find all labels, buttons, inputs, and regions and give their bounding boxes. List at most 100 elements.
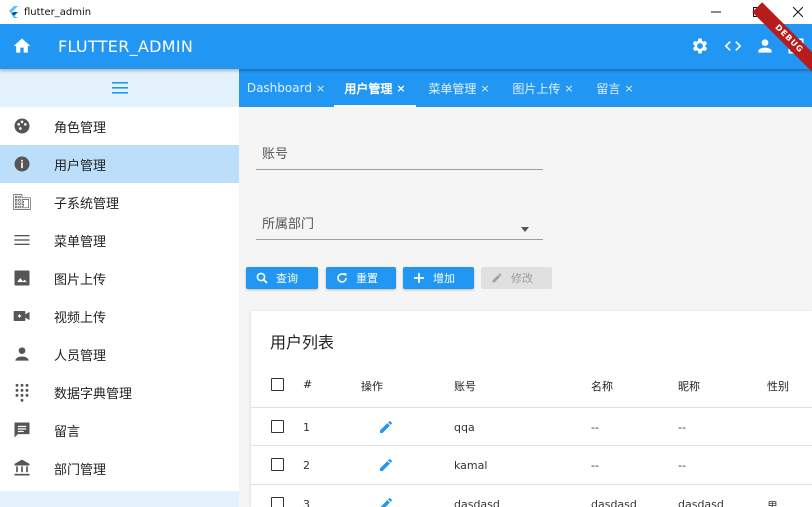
sidebar-item-menus[interactable]: 菜单管理: [0, 221, 239, 259]
edit-icon[interactable]: [378, 419, 394, 435]
department-select-label: 所属部门: [262, 217, 315, 232]
header-gender: 性别: [767, 380, 789, 393]
add-button-label: 增加: [433, 272, 455, 285]
sidebar-item-dictionary[interactable]: 数据字典管理: [0, 373, 239, 411]
tab-close-icon[interactable]: ×: [480, 82, 489, 95]
sidebar-item-messages[interactable]: 留言: [0, 411, 239, 449]
sidebar-item-label: 部门管理: [54, 462, 107, 478]
code-icon[interactable]: [723, 36, 743, 56]
tab-messages[interactable]: 留言 ×: [587, 69, 643, 107]
edit-button[interactable]: 修改: [481, 267, 552, 289]
select-all-checkbox[interactable]: [271, 378, 284, 391]
sidebar-item-partial[interactable]: [0, 491, 239, 507]
sidebar-item-video-upload[interactable]: 视频上传: [0, 297, 239, 335]
comment-icon: [14, 422, 30, 438]
row-divider: [251, 407, 812, 408]
sidebar-item-roles[interactable]: 角色管理: [0, 107, 239, 145]
tab-label: 图片上传: [512, 81, 561, 96]
window-titlebar: flutter_admin: [0, 0, 812, 24]
refresh-icon: [337, 273, 347, 283]
tab-users[interactable]: 用户管理 ×: [334, 69, 416, 107]
palette-icon: [14, 118, 30, 134]
sidebar-item-subsystems[interactable]: 子系统管理: [0, 183, 239, 221]
tab-dashboard[interactable]: Dashboard ×: [239, 69, 333, 107]
header-account: 账号: [454, 380, 476, 393]
tab-label: 用户管理: [344, 81, 393, 96]
account-input-label: 账号: [262, 147, 289, 162]
row-index: 2: [303, 459, 310, 472]
header-nickname: 昵称: [678, 380, 700, 393]
sidebar-item-departments[interactable]: 部门管理: [0, 449, 239, 487]
tab-close-icon[interactable]: ×: [624, 82, 633, 95]
row-divider: [251, 445, 812, 446]
edit-icon[interactable]: [378, 496, 394, 507]
row-name: dasdasd: [591, 498, 637, 507]
add-icon: [414, 273, 424, 283]
account-icon[interactable]: [755, 36, 775, 56]
add-button[interactable]: 增加: [403, 267, 474, 289]
chevron-down-icon: [521, 227, 529, 232]
sidebar-item-users[interactable]: 用户管理: [0, 145, 239, 183]
reset-button-label: 重置: [356, 272, 378, 285]
row-account: dasdasd: [454, 498, 500, 507]
table-title: 用户列表: [270, 333, 335, 352]
sidebar-item-image-upload[interactable]: 图片上传: [0, 259, 239, 297]
row-checkbox[interactable]: [271, 497, 284, 507]
app-bar: FLUTTER_ADMIN DEBUG: [0, 2, 812, 76]
sidebar: 角色管理 用户管理 子系统管理 菜单管理 图片上传 视频上传 人员管理 数据字典…: [0, 69, 239, 507]
row-index: 1: [303, 421, 310, 434]
tab-close-icon[interactable]: ×: [564, 82, 573, 95]
window-title: flutter_admin: [24, 6, 92, 18]
edit-icon[interactable]: [378, 457, 394, 473]
row-nickname: dasdasd: [678, 498, 724, 507]
row-index: 3: [303, 498, 310, 507]
close-window-button[interactable]: [778, 0, 812, 24]
menu-icon: [111, 82, 128, 94]
minimize-icon: [711, 11, 721, 13]
tab-menus[interactable]: 菜单管理 ×: [418, 69, 500, 107]
edit-icon: [492, 273, 502, 283]
row-checkbox[interactable]: [271, 420, 284, 433]
row-nickname: --: [678, 459, 686, 472]
menu-icon: [14, 235, 30, 245]
sidebar-item-label: 菜单管理: [54, 234, 107, 250]
query-button-label: 查询: [276, 272, 298, 285]
row-gender: 男: [767, 500, 778, 507]
app-title: FLUTTER_ADMIN: [58, 37, 194, 56]
tab-label: 留言: [596, 81, 621, 96]
sidebar-item-label: 留言: [54, 424, 81, 440]
video-icon: [13, 311, 30, 321]
minimize-button[interactable]: [696, 0, 736, 24]
sidebar-item-people[interactable]: 人员管理: [0, 335, 239, 373]
sidebar-item-label: 子系统管理: [54, 196, 120, 212]
home-icon[interactable]: [12, 36, 32, 56]
query-button[interactable]: 查询: [246, 267, 318, 289]
tab-image-upload[interactable]: 图片上传 ×: [501, 69, 585, 107]
flutter-logo-icon: [9, 6, 18, 18]
sidebar-toggle[interactable]: [0, 69, 239, 107]
row-account: kamal: [454, 459, 488, 472]
user-table-card: 用户列表 # 操作 账号 名称 昵称 性别 1 qqa -- -- 2 kama…: [251, 311, 812, 507]
search-icon: [256, 272, 268, 284]
sidebar-item-label: 数据字典管理: [54, 386, 133, 402]
row-name: --: [591, 421, 599, 434]
person-icon: [15, 347, 29, 361]
row-checkbox[interactable]: [271, 458, 284, 471]
account-input[interactable]: 账号: [256, 141, 543, 170]
main-content: 账号 所属部门 查询 重置 增加 修改 用户列表 # 操作 账号 名称 昵称 性…: [239, 107, 812, 507]
department-select[interactable]: 所属部门: [256, 211, 543, 240]
header-name: 名称: [591, 380, 613, 393]
image-icon: [14, 270, 30, 286]
reset-button[interactable]: 重置: [326, 267, 396, 289]
sidebar-item-label: 角色管理: [54, 120, 107, 136]
settings-icon[interactable]: [690, 36, 710, 56]
dialpad-icon: [15, 383, 29, 402]
account-balance-icon: [14, 459, 30, 476]
tab-close-icon[interactable]: ×: [396, 82, 405, 95]
sidebar-item-label: 图片上传: [54, 272, 107, 288]
tab-bar: Dashboard × 用户管理 × 菜单管理 × 图片上传 × 留言 ×: [239, 69, 812, 107]
edit-button-label: 修改: [511, 272, 533, 285]
sidebar-item-label: 用户管理: [54, 158, 107, 174]
sidebar-item-label: 视频上传: [54, 310, 107, 326]
tab-close-icon[interactable]: ×: [316, 82, 325, 95]
